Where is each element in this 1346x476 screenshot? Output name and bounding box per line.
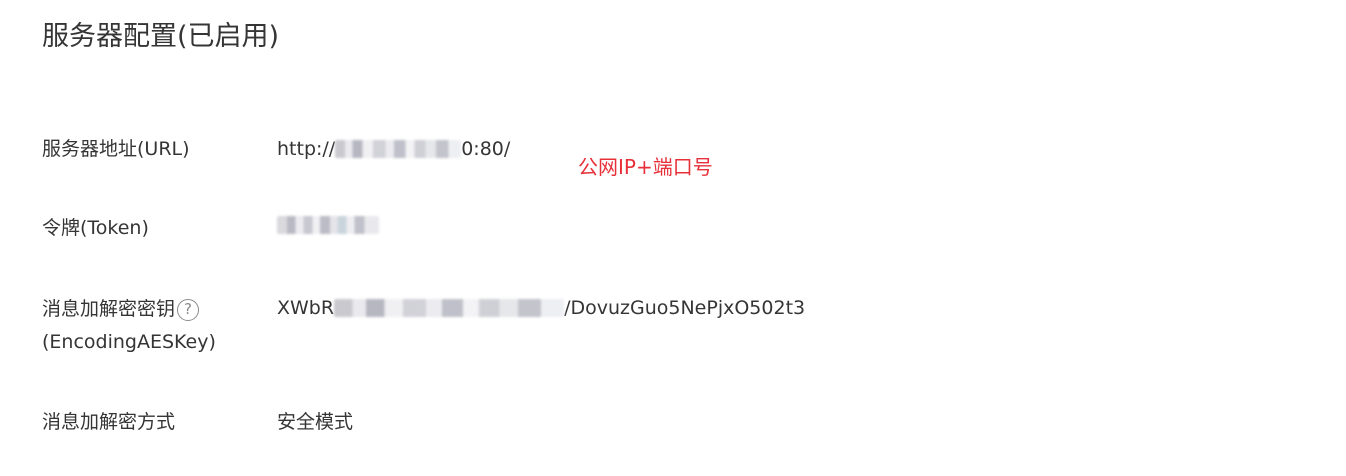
redacted-key-block bbox=[334, 299, 565, 317]
token-value bbox=[277, 212, 379, 234]
redacted-ip-block bbox=[335, 140, 462, 158]
aes-key-suffix: /DovuzGuo5NePjxO502t3 bbox=[564, 297, 806, 319]
server-config-page: 服务器配置(已启用) 服务器地址(URL) http:// 0:80/ 公网IP… bbox=[0, 0, 1346, 476]
page-title: 服务器配置(已启用) bbox=[42, 21, 280, 52]
server-url-value: http:// 0:80/ bbox=[277, 133, 510, 165]
aes-key-label-text: 消息加解密密钥 bbox=[42, 298, 176, 320]
aes-key-label-line2: (EncodingAESKey) bbox=[42, 331, 216, 353]
redacted-token-block bbox=[277, 216, 379, 234]
aes-key-label-line1: 消息加解密密钥? bbox=[42, 293, 200, 325]
server-url-label: 服务器地址(URL) bbox=[42, 138, 190, 160]
help-icon[interactable]: ? bbox=[177, 298, 200, 321]
annotation-public-ip-port: 公网IP+端口号 bbox=[578, 155, 713, 179]
token-label: 令牌(Token) bbox=[42, 217, 149, 239]
aes-key-prefix: XWbR bbox=[277, 297, 335, 319]
encryption-mode-value: 安全模式 bbox=[277, 411, 354, 433]
server-url-prefix: http:// bbox=[277, 138, 336, 160]
aes-key-value: XWbR /DovuzGuo5NePjxO502t3 bbox=[277, 292, 805, 324]
encryption-mode-label: 消息加解密方式 bbox=[42, 411, 176, 433]
server-url-suffix: 0:80/ bbox=[461, 138, 511, 160]
